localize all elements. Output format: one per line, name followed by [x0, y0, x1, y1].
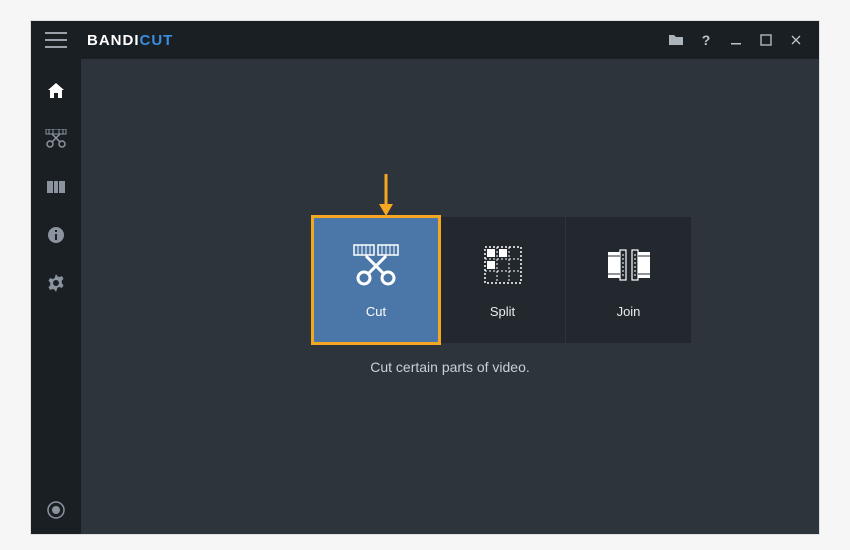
help-button[interactable]: ? — [691, 21, 721, 59]
main-area: Cut Split — [81, 59, 819, 534]
cut-icon — [351, 242, 401, 288]
menu-button[interactable] — [31, 21, 81, 59]
maximize-button[interactable] — [751, 21, 781, 59]
record-icon — [47, 501, 65, 519]
scissors-icon — [45, 129, 67, 149]
logo-accent: CUT — [140, 32, 174, 49]
minimize-icon — [730, 34, 742, 46]
tile-cut[interactable]: Cut — [313, 217, 439, 343]
logo-primary: BANDI — [87, 32, 140, 49]
app-window: BANDICUT ? — [30, 20, 820, 535]
open-file-button[interactable] — [661, 21, 691, 59]
sidebar-item-info[interactable] — [31, 211, 81, 259]
tile-label: Join — [617, 304, 641, 319]
app-logo: BANDICUT — [87, 32, 173, 49]
maximize-icon — [760, 34, 772, 46]
close-button[interactable] — [781, 21, 811, 59]
sidebar-item-home[interactable] — [31, 67, 81, 115]
tile-join[interactable]: Join — [565, 217, 691, 343]
split-icon — [46, 177, 66, 197]
tile-label: Cut — [366, 304, 386, 319]
home-icon — [46, 81, 66, 101]
sidebar-item-settings[interactable] — [31, 259, 81, 307]
sidebar-item-cut[interactable] — [31, 115, 81, 163]
sidebar-item-record[interactable] — [31, 486, 81, 534]
arrow-down-icon — [377, 174, 395, 218]
join-icon — [606, 242, 652, 288]
split-grid-icon — [483, 242, 523, 288]
title-bar: BANDICUT ? — [31, 21, 819, 59]
annotation-arrow — [377, 174, 395, 223]
sidebar-item-split[interactable] — [31, 163, 81, 211]
minimize-button[interactable] — [721, 21, 751, 59]
help-icon: ? — [702, 32, 711, 48]
subtitle-text: Cut certain parts of video. — [81, 359, 819, 375]
folder-icon — [668, 33, 684, 47]
hamburger-icon — [45, 39, 67, 41]
info-icon — [47, 226, 65, 244]
close-icon — [790, 34, 802, 46]
tile-label: Split — [490, 304, 515, 319]
tile-split[interactable]: Split — [439, 217, 565, 343]
gear-icon — [47, 274, 65, 292]
sidebar — [31, 59, 81, 534]
action-tiles: Cut Split — [313, 217, 691, 343]
